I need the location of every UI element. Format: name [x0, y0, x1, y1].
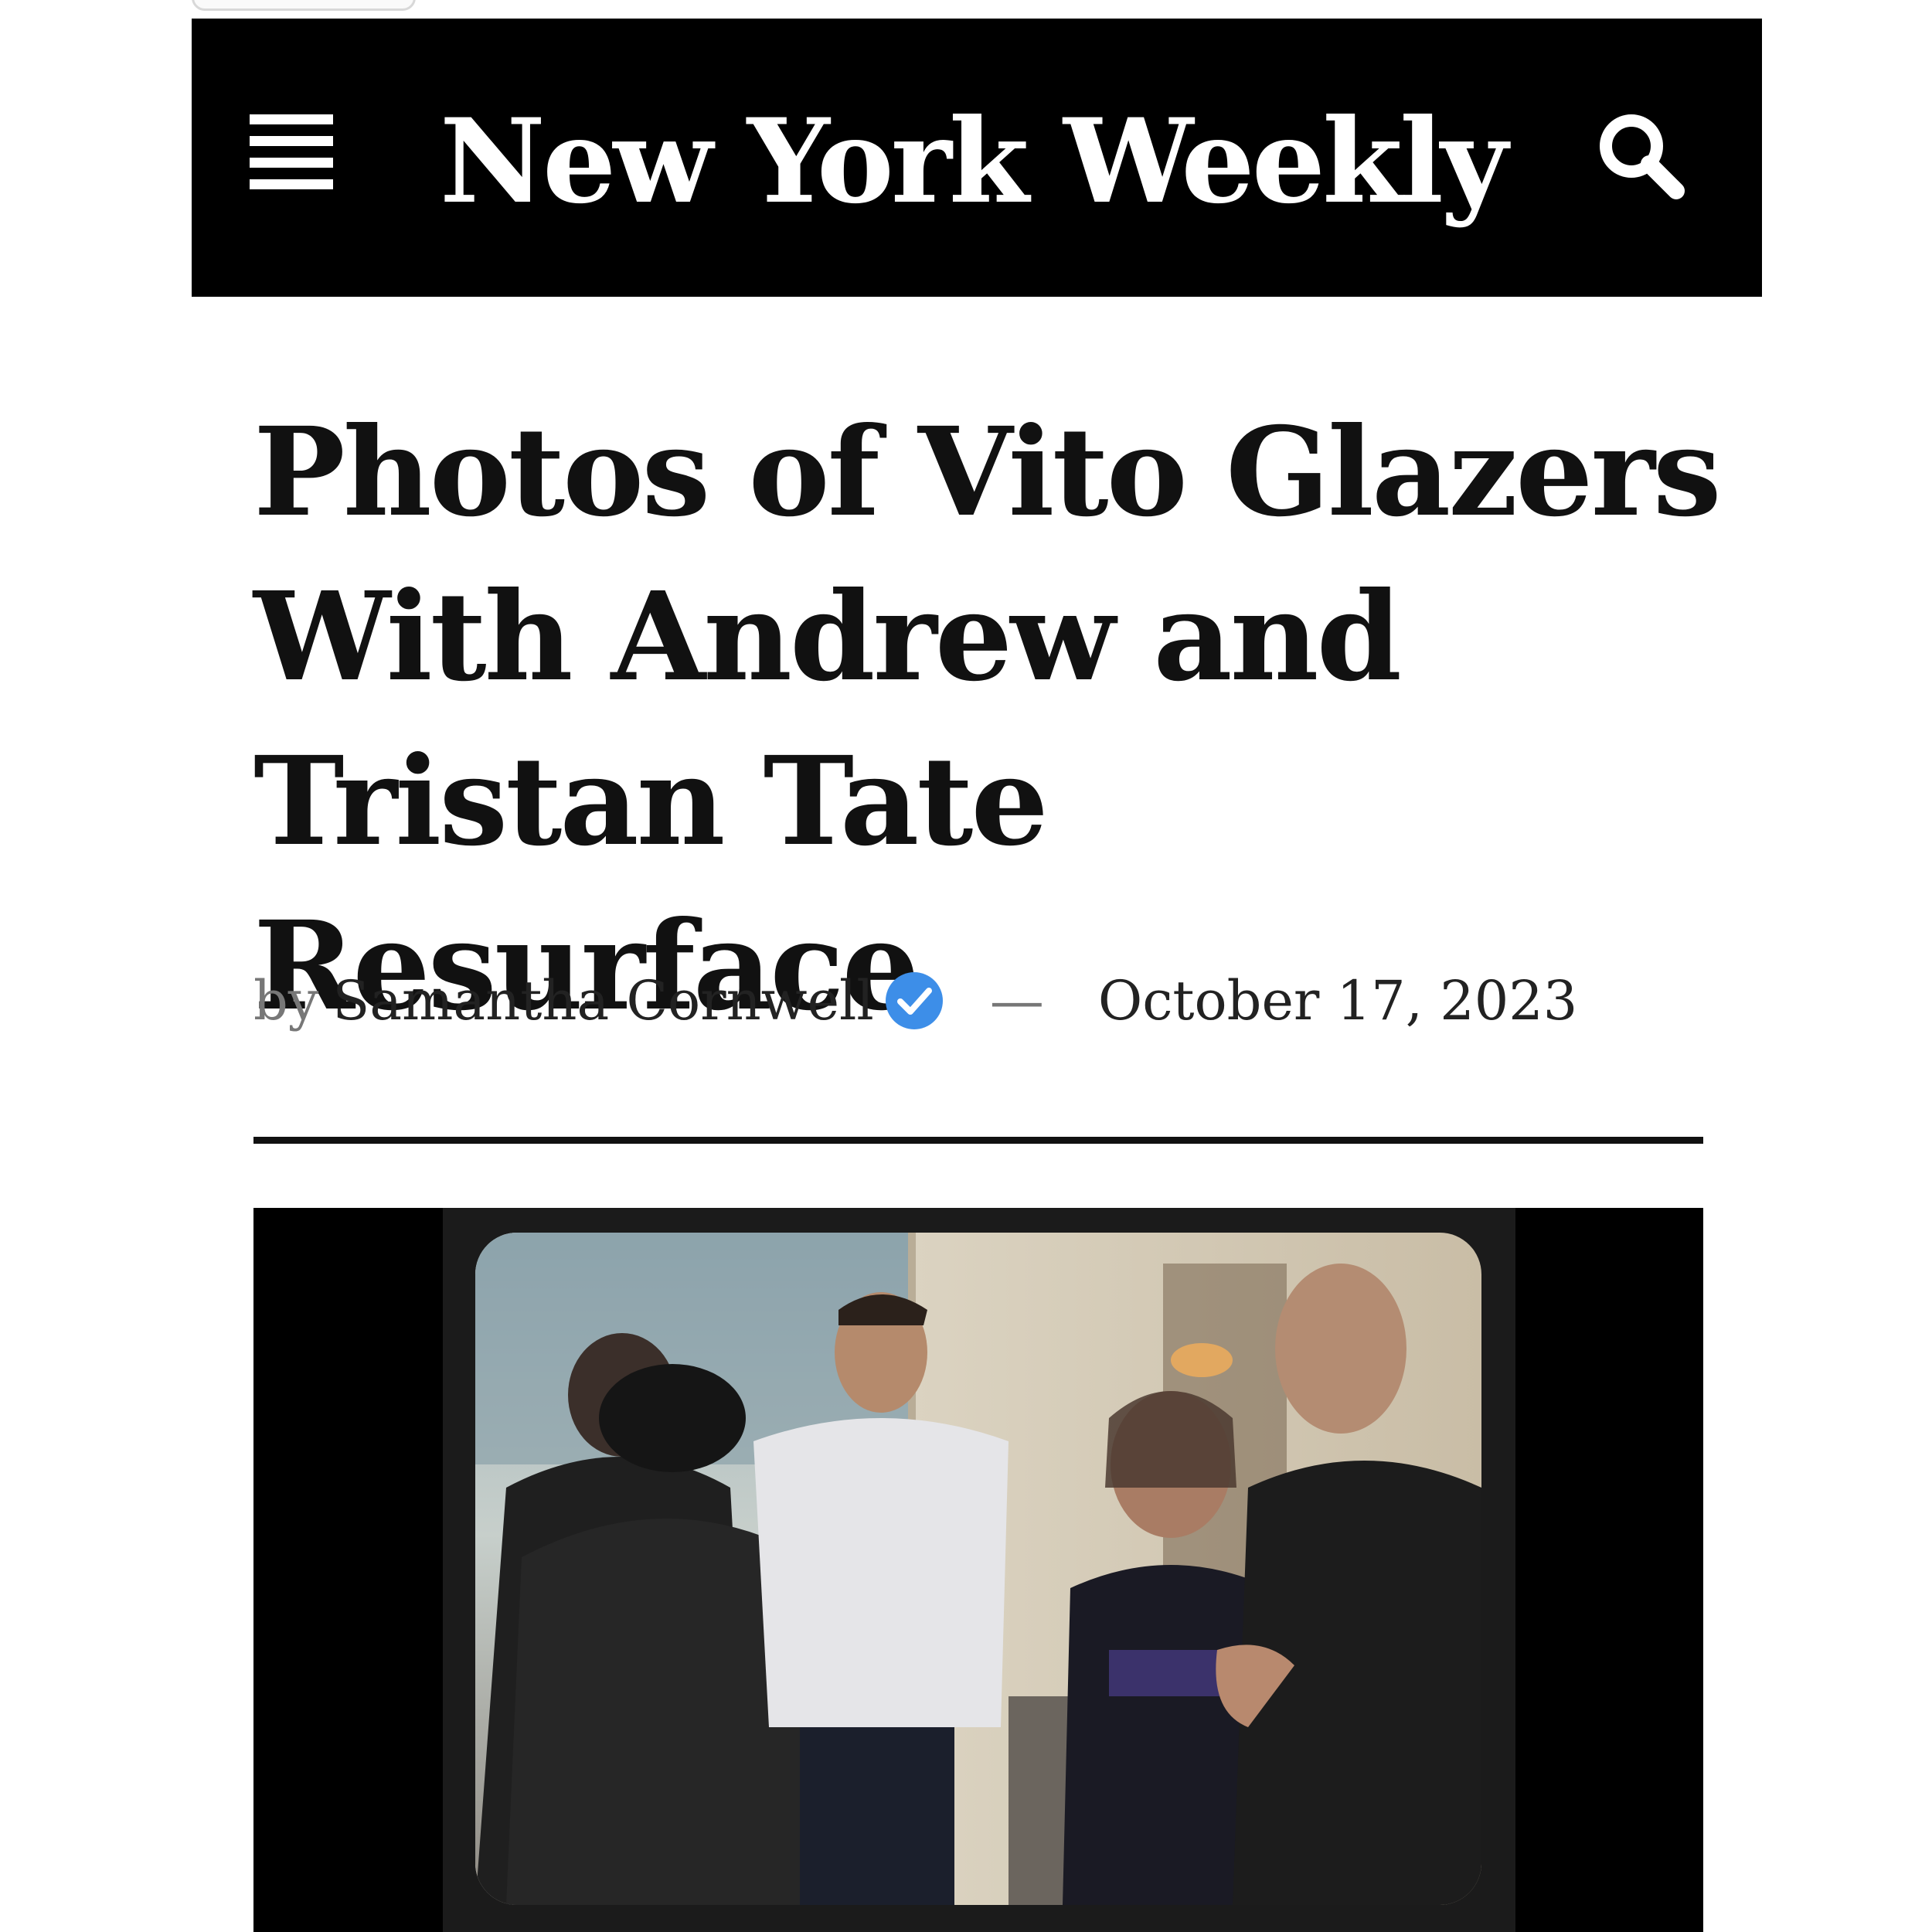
section-divider [253, 1137, 1703, 1144]
featured-photo-image [475, 1233, 1481, 1905]
site-logo[interactable]: New York Weekly [440, 65, 1508, 258]
browser-tab-edge [192, 0, 416, 11]
featured-media [253, 1208, 1703, 1932]
menu-icon-bar [250, 158, 333, 168]
verified-icon [885, 972, 943, 1029]
author-link[interactable]: Samantha Cornwell [332, 969, 873, 1032]
menu-button[interactable] [250, 104, 335, 204]
photo-frame [443, 1208, 1515, 1932]
byline-separator: — [989, 969, 1044, 1032]
article-headline: Photos of Vito Glazers With Andrew and T… [253, 401, 1722, 1038]
menu-icon-bar [250, 179, 333, 189]
byline: by Samantha Cornwell — October 17, 2023 [253, 962, 1577, 1039]
search-icon [1600, 114, 1685, 199]
featured-photo[interactable] [475, 1233, 1481, 1905]
menu-icon-bar [250, 136, 333, 146]
byline-prefix: by [253, 969, 319, 1032]
search-button[interactable] [1589, 104, 1697, 212]
menu-icon [250, 114, 333, 124]
publish-date: October 17, 2023 [1097, 969, 1578, 1032]
site-header: New York Weekly [192, 19, 1762, 297]
